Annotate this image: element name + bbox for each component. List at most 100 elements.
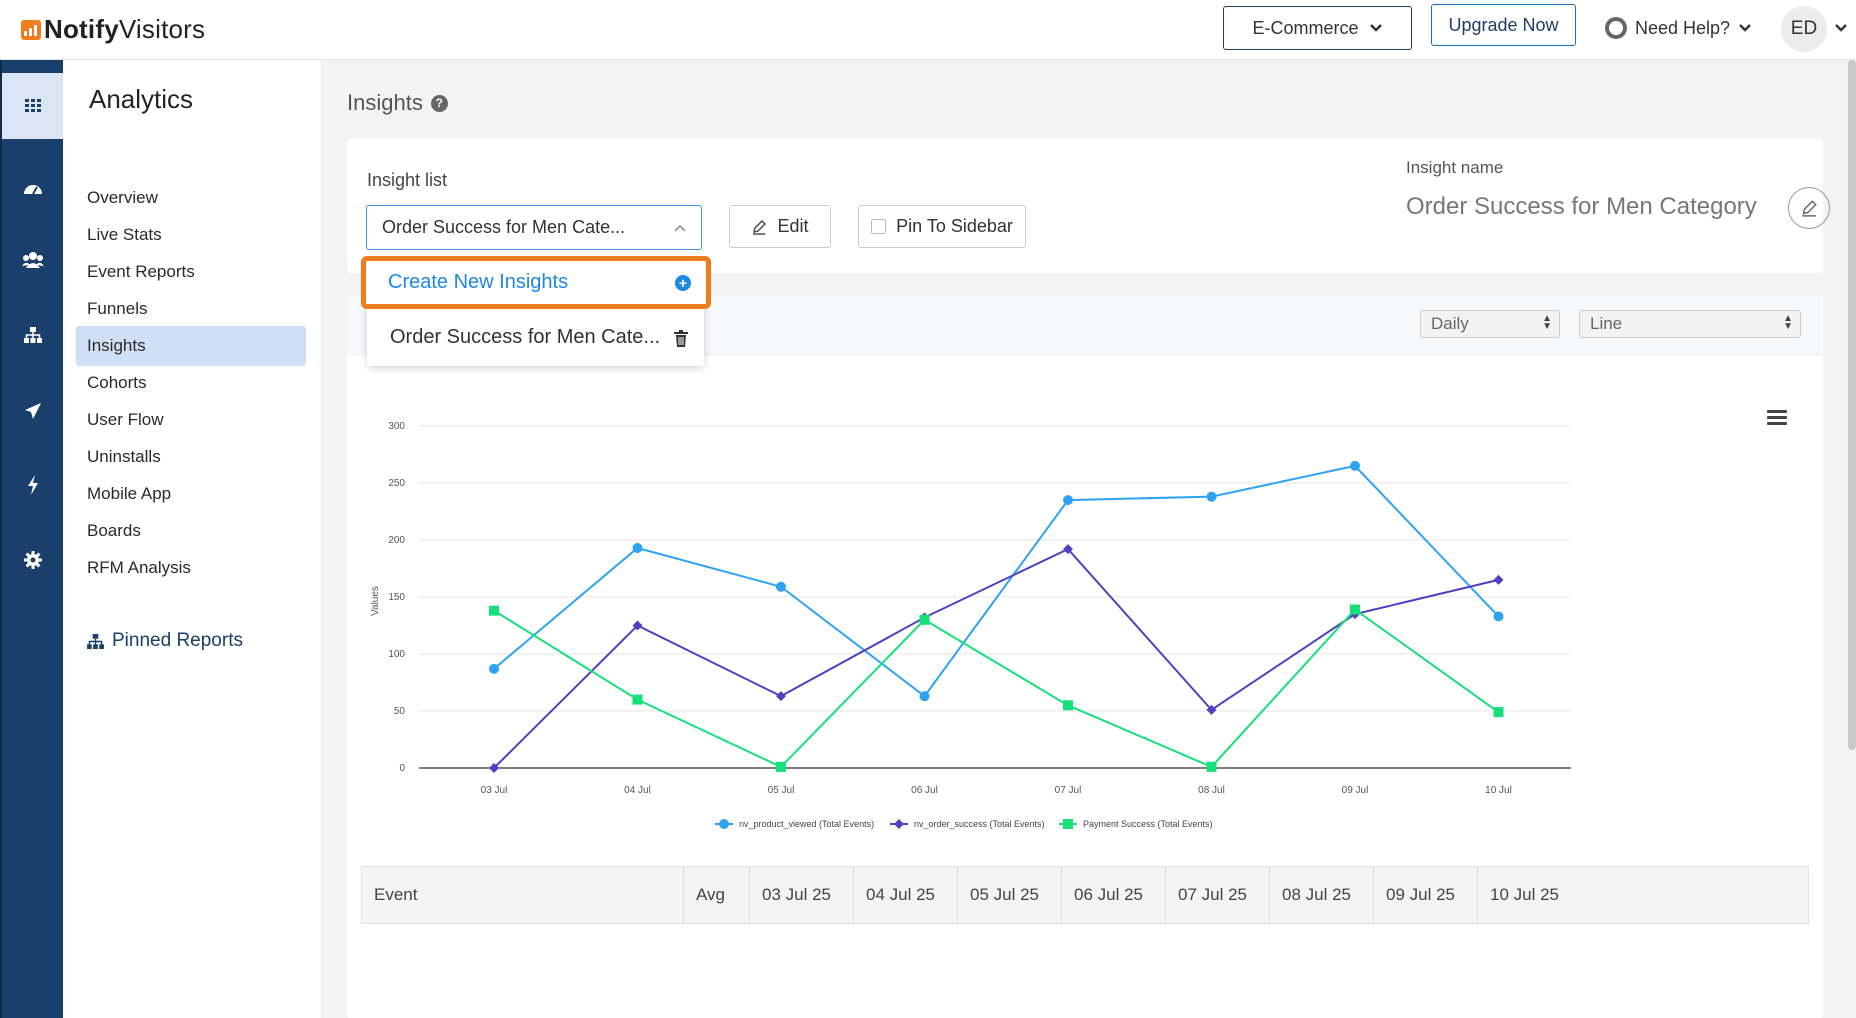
logo-text: NotifyVisitors [44, 14, 206, 44]
nav-item-event-reports[interactable]: Event Reports [76, 252, 306, 292]
upgrade-button[interactable]: Upgrade Now [1431, 4, 1576, 46]
data-point [1493, 574, 1504, 585]
pin-to-sidebar-button[interactable]: Pin To Sidebar [858, 205, 1026, 248]
trash-icon[interactable] [674, 330, 688, 347]
legend-label: nv_product_viewed (Total Events) [739, 819, 874, 829]
users-icon[interactable] [2, 227, 63, 293]
y-tick-label: 150 [388, 592, 405, 603]
nav-item-uninstalls[interactable]: Uninstalls [76, 437, 306, 477]
data-point [776, 761, 786, 772]
page-title: Insights ? [347, 90, 448, 116]
table-header-date[interactable]: 05 Jul 25 [958, 867, 1062, 923]
chart-type-select[interactable]: Line ▲ ▼ [1579, 310, 1801, 338]
x-tick-label: 03 Jul [481, 785, 508, 796]
page-scrollbar[interactable] [1848, 60, 1856, 750]
y-tick-label: 300 [388, 421, 405, 432]
data-point [1493, 707, 1504, 718]
nav-item-cohorts[interactable]: Cohorts [76, 363, 306, 403]
table-header-avg[interactable]: Avg [684, 867, 750, 923]
table-header-date[interactable]: 09 Jul 25 [1374, 867, 1478, 923]
data-point [894, 819, 904, 829]
dashboard-icon[interactable] [2, 155, 63, 221]
data-point [1063, 819, 1073, 829]
x-tick-label: 07 Jul [1055, 785, 1082, 796]
data-point [489, 663, 499, 674]
nav-item-mobile-app[interactable]: Mobile App [76, 474, 306, 514]
gear-icon[interactable] [2, 527, 63, 593]
y-tick-label: 100 [388, 649, 405, 660]
table-header-event[interactable]: Event [362, 867, 684, 923]
line-chart: 0 50 100 150 200 250 300 03 Jul 04 Jul 05 Jul 06 … [370, 421, 1571, 829]
question-icon[interactable]: ? [430, 94, 448, 112]
help-label: Need Help? [1635, 17, 1731, 38]
insight-controls-card: Insight list Order Success for Men Cate.… [347, 139, 1830, 273]
legend-item: Payment Success (Total Events) [1059, 819, 1213, 829]
y-axis-label: Values [370, 586, 381, 616]
lifebuoy-icon [1605, 17, 1627, 39]
table-header-date[interactable]: 08 Jul 25 [1270, 867, 1374, 923]
logo[interactable]: NotifyVisitors [21, 14, 205, 45]
help-menu[interactable]: Need Help? [1605, 17, 1752, 39]
table-header-date[interactable]: 03 Jul 25 [750, 867, 854, 923]
insight-option[interactable]: Order Success for Men Cate... [390, 326, 660, 349]
avatar-chevron-icon[interactable] [1834, 20, 1848, 38]
table-header-date[interactable]: 04 Jul 25 [854, 867, 958, 923]
edit-name-button[interactable] [1788, 187, 1830, 229]
analytics-nav: Analytics Overview Live Stats Event Repo… [63, 60, 322, 1018]
avatar[interactable]: ED [1781, 6, 1827, 52]
insight-list-value: Order Success for Men Cate... [382, 217, 626, 237]
edit-button[interactable]: Edit [729, 205, 831, 248]
data-point [1063, 700, 1073, 711]
pencil-icon [1802, 200, 1817, 217]
main-content: Insights ? Insight list Order Success fo… [322, 60, 1856, 1018]
sitemap-icon[interactable] [2, 302, 63, 368]
data-point [1350, 604, 1360, 615]
x-tick-label: 10 Jul [1485, 785, 1512, 796]
data-point [1063, 495, 1073, 506]
chart-series [489, 460, 1504, 773]
x-axis-ticks: 03 Jul 04 Jul 05 Jul 06 Jul 07 Jul 08 Jul 09 J… [481, 785, 1512, 796]
pin-checkbox[interactable] [871, 219, 887, 234]
pinned-reports[interactable]: Pinned Reports [87, 630, 243, 652]
data-point [776, 581, 786, 592]
nav-item-overview[interactable]: Overview [76, 178, 306, 218]
chevron-down-icon [1739, 24, 1751, 32]
data-point [1206, 761, 1217, 772]
grid-icon[interactable] [2, 73, 63, 139]
insight-list-select[interactable]: Order Success for Men Cate... [366, 205, 702, 250]
series-line [493, 547, 1499, 769]
nav-item-live-stats[interactable]: Live Stats [76, 215, 306, 255]
table-header-date[interactable]: 06 Jul 25 [1062, 867, 1166, 923]
chart-grid [419, 425, 1571, 769]
pencil-icon [753, 219, 767, 235]
insight-list-dropdown: Create New Insights + Order Success for … [361, 256, 711, 366]
table-header-date[interactable]: 07 Jul 25 [1166, 867, 1270, 923]
nav-item-user-flow[interactable]: User Flow [76, 400, 306, 440]
insight-list-label: Insight list [367, 170, 448, 190]
bolt-icon[interactable] [2, 452, 63, 518]
data-point [489, 605, 499, 616]
create-new-insights-option[interactable]: Create New Insights + [361, 256, 711, 309]
send-icon[interactable] [2, 378, 63, 444]
y-tick-label: 0 [399, 763, 405, 774]
event-table-header: Event Avg 03 Jul 25 04 Jul 25 05 Jul 25 … [361, 866, 1809, 924]
data-point [1493, 611, 1504, 622]
nav-item-funnels[interactable]: Funnels [76, 289, 306, 329]
select-arrows-icon: ▲ ▼ [1542, 313, 1552, 332]
y-tick-label: 200 [388, 535, 405, 546]
nav-item-insights[interactable]: Insights [76, 326, 306, 366]
data-point [776, 691, 786, 702]
interval-value: Daily [1431, 314, 1469, 333]
legend-item: nv_order_success (Total Events) [890, 819, 1045, 829]
workspace-selector[interactable]: E-Commerce [1223, 6, 1412, 50]
nav-item-rfm-analysis[interactable]: RFM Analysis [76, 548, 306, 588]
interval-select[interactable]: Daily ▲ ▼ [1420, 310, 1560, 338]
data-point [632, 694, 643, 705]
x-tick-label: 09 Jul [1342, 785, 1369, 796]
nav-item-boards[interactable]: Boards [76, 511, 306, 551]
legend-item: nv_product_viewed (Total Events) [715, 819, 874, 829]
insight-name-value: Order Success for Men Category [1406, 193, 1757, 220]
top-bar: NotifyVisitors E-Commerce Upgrade Now Ne… [0, 0, 1856, 60]
nav-title: Analytics [89, 84, 194, 114]
table-header-date[interactable]: 10 Jul 25 [1478, 867, 1582, 923]
